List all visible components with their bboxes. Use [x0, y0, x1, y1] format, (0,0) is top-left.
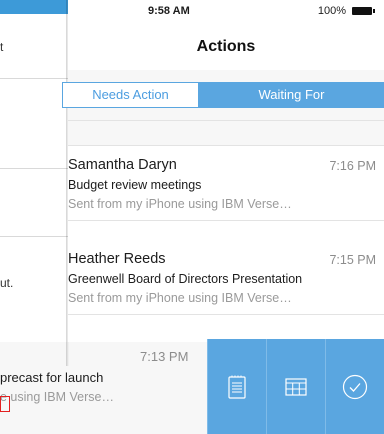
- actions-screen: 9:58 AM 100% Actions Needs Action Waitin…: [62, 0, 384, 342]
- page-title: Actions: [196, 38, 256, 55]
- list-spacer: [68, 121, 384, 146]
- message-sender: Samantha Daryn: [68, 157, 177, 173]
- background-header: [0, 0, 70, 14]
- divider: [0, 78, 70, 79]
- calendar-button[interactable]: [266, 339, 325, 434]
- segment-needs-action[interactable]: Needs Action: [62, 82, 199, 108]
- mark-done-button[interactable]: [325, 339, 384, 434]
- notepad-icon: [228, 375, 246, 399]
- status-time: 9:58 AM: [148, 5, 190, 17]
- segment-bar: Needs Action Waiting For: [62, 70, 384, 121]
- segmented-control: Needs Action Waiting For: [62, 82, 384, 108]
- swiped-message-subject: precast for launch: [0, 370, 104, 385]
- status-bar: 9:58 AM 100%: [68, 0, 384, 20]
- message-preview: Sent from my iPhone using IBM Verse…: [68, 291, 292, 305]
- calendar-icon: [285, 377, 307, 396]
- message-time: 7:16 PM: [329, 159, 376, 173]
- background-text-fragment: ut.: [0, 276, 14, 290]
- message-preview: Sent from my iPhone using IBM Verse…: [68, 197, 292, 211]
- list-item[interactable]: Heather Reeds 7:15 PM Greenwell Board of…: [68, 240, 384, 315]
- red-marker-icon: [0, 396, 10, 412]
- swiped-message-preview: e using IBM Verse…: [0, 390, 114, 404]
- message-time: 7:15 PM: [329, 253, 376, 267]
- swiped-message-time: 7:13 PM: [140, 349, 189, 364]
- checkmark-icon: [342, 374, 368, 399]
- notepad-button[interactable]: [207, 339, 266, 434]
- list-item[interactable]: Samantha Daryn 7:16 PM Budget review mee…: [68, 146, 384, 221]
- segment-waiting-for[interactable]: Waiting For: [199, 82, 384, 108]
- background-text-fragment: t: [0, 40, 4, 54]
- message-subject: Greenwell Board of Directors Presentatio…: [68, 272, 303, 286]
- message-sender: Heather Reeds: [68, 251, 166, 267]
- divider: [0, 168, 70, 169]
- divider: [0, 236, 70, 237]
- battery-icon: [352, 7, 375, 15]
- battery-percentage: 100%: [317, 5, 346, 17]
- swipe-action-bar: [207, 339, 384, 434]
- message-subject: Budget review meetings: [68, 178, 202, 192]
